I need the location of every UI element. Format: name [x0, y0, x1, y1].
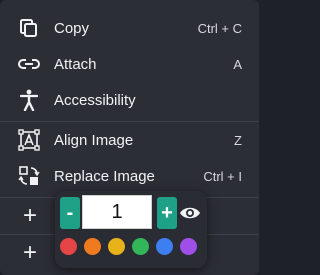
add-row-button[interactable]: + [0, 235, 60, 271]
replace-image-icon [18, 165, 40, 187]
align-image-icon [18, 129, 40, 151]
menu-item-accessibility[interactable]: Accessibility [0, 82, 259, 118]
decrement-button[interactable]: - [60, 197, 80, 229]
menu-item-attach[interactable]: Attach A [0, 46, 259, 82]
plus-icon: + [22, 202, 37, 229]
shortcut-label: Ctrl + C [197, 20, 242, 36]
color-swatch-purple[interactable] [180, 238, 197, 255]
accessibility-icon [18, 89, 40, 111]
color-swatch-yellow[interactable] [108, 238, 125, 255]
menu-item-label: Replace Image [54, 167, 155, 185]
color-swatch-green[interactable] [132, 238, 149, 255]
shortcut-label: A [233, 56, 242, 72]
increment-button[interactable]: + [157, 197, 177, 229]
quantity-stepper[interactable]: 1 [82, 195, 152, 229]
color-swatch-red[interactable] [60, 238, 77, 255]
menu-item-label: Accessibility [54, 91, 136, 109]
menu-item-align-image[interactable]: Align Image Z [0, 122, 259, 158]
context-menu: Copy Ctrl + C Attach A Accessibility Ali… [0, 0, 259, 275]
link-icon [18, 53, 40, 75]
shortcut-label: Z [234, 132, 242, 148]
add-row-button[interactable]: + [0, 198, 60, 234]
menu-item-label: Attach [54, 55, 97, 73]
copy-icon [18, 17, 40, 39]
style-popover: - 1 + [55, 191, 207, 268]
menu-item-label: Align Image [54, 131, 134, 149]
menu-item-replace-image[interactable]: Replace Image Ctrl + I [0, 158, 259, 194]
menu-item-copy[interactable]: Copy Ctrl + C [0, 10, 259, 46]
menu-item-label: Copy [54, 19, 90, 37]
plus-icon: + [22, 239, 37, 266]
color-swatch-blue[interactable] [156, 238, 173, 255]
eye-icon[interactable] [179, 202, 201, 224]
shortcut-label: Ctrl + I [203, 168, 242, 184]
color-swatch-orange[interactable] [84, 238, 101, 255]
